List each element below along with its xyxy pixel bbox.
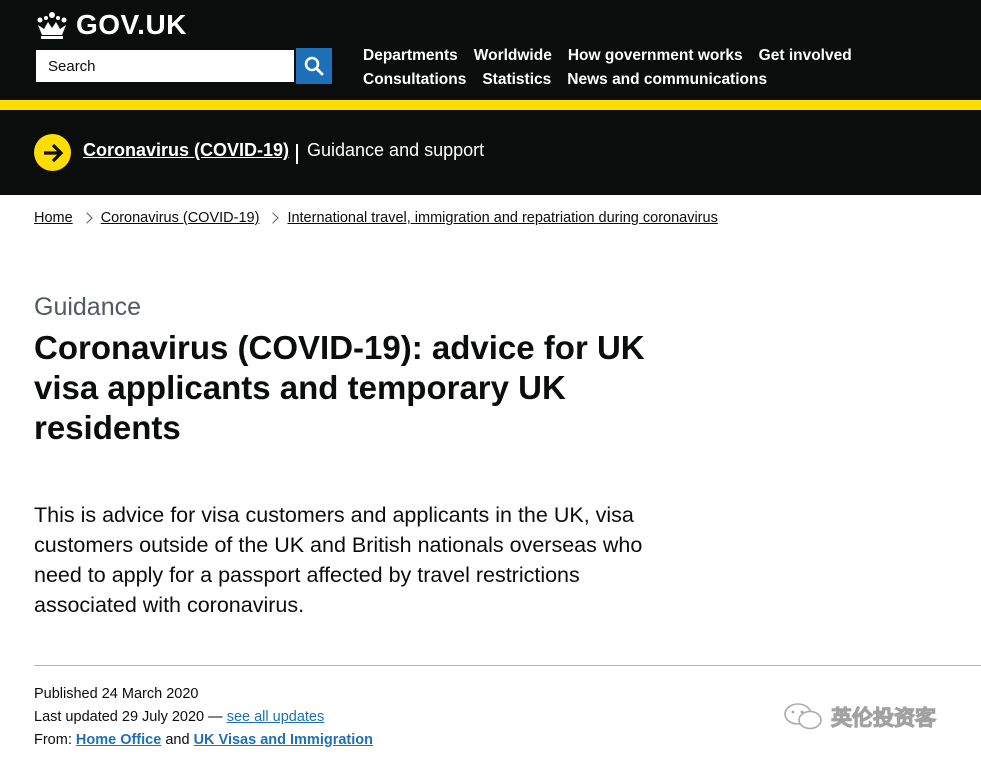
and-text: and [165, 732, 190, 748]
chevron-right-icon [267, 212, 280, 224]
org-link-home-office[interactable]: Home Office [76, 732, 161, 748]
from-label: From: [34, 732, 72, 748]
chevron-right-icon [81, 212, 93, 224]
org-link-ukvi[interactable]: UK Visas and Immigration [194, 732, 373, 748]
nav-link-statistics[interactable]: Statistics [482, 71, 551, 89]
search-form [34, 48, 332, 84]
updated-dash: — [208, 709, 223, 725]
main-navigation: Departments Worldwide How government wor… [363, 44, 883, 92]
nav-row: Departments Worldwide How government wor… [363, 44, 883, 68]
page-title: Coronavirus (COVID-19): advice for UK vi… [34, 329, 645, 446]
govuk-logo-link[interactable]: GOV.UK [34, 10, 187, 40]
watermark-text: 英伦投资客 [831, 707, 937, 731]
search-button[interactable] [296, 48, 332, 84]
nav-link-consultations[interactable]: Consultations [363, 71, 466, 89]
metadata-divider [34, 665, 981, 666]
arrow-right-icon [43, 143, 63, 162]
nav-link-how-government-works[interactable]: How government works [568, 47, 743, 65]
updated-line: Last updated 29 July 2020 — see all upda… [34, 706, 373, 729]
published-line: Published 24 March 2020 [34, 683, 373, 706]
nav-link-news-and-communications[interactable]: News and communications [567, 71, 767, 89]
site-header: GOV.UK Departments Worldwide How governm… [0, 0, 981, 100]
breadcrumb-coronavirus[interactable]: Coronavirus (COVID-19) [101, 210, 260, 226]
see-all-updates-link[interactable]: see all updates [227, 709, 325, 725]
nav-row: Consultations Statistics News and commun… [363, 68, 883, 92]
page-caption: Guidance [34, 293, 142, 321]
nav-link-worldwide[interactable]: Worldwide [474, 47, 552, 65]
topic-divider [296, 144, 298, 164]
topic-subtitle: Guidance and support [307, 140, 485, 160]
crown-icon [37, 12, 67, 39]
updated-label: Last updated [34, 709, 118, 725]
nav-link-departments[interactable]: Departments [363, 47, 458, 65]
breadcrumb: Home Coronavirus (COVID-19) Internationa… [34, 210, 718, 226]
search-input[interactable] [34, 48, 296, 84]
search-icon [304, 56, 324, 76]
from-line: From: Home Office and UK Visas and Immig… [34, 729, 373, 752]
page-lede: This is advice for visa customers and ap… [34, 503, 643, 617]
govuk-logo-text: GOV.UK [76, 9, 187, 40]
breadcrumb-home[interactable]: Home [34, 210, 73, 226]
topic-banner: Coronavirus (COVID-19) Guidance and supp… [0, 110, 981, 195]
header-accent-bar [0, 100, 981, 110]
nav-link-get-involved[interactable]: Get involved [759, 47, 852, 65]
topic-link-coronavirus[interactable]: Coronavirus (COVID-19) [83, 140, 289, 161]
published-label: Published [34, 686, 98, 702]
published-date: 24 March 2020 [101, 686, 199, 702]
publication-metadata: Published 24 March 2020 Last updated 29 … [34, 683, 373, 752]
watermark: 英伦投资客 [783, 702, 937, 732]
updated-date: 29 July 2020 [121, 709, 205, 725]
breadcrumb-international-travel[interactable]: International travel, immigration and re… [287, 210, 717, 226]
arrow-right-circle-icon[interactable] [34, 134, 71, 171]
wechat-icon [784, 703, 822, 730]
